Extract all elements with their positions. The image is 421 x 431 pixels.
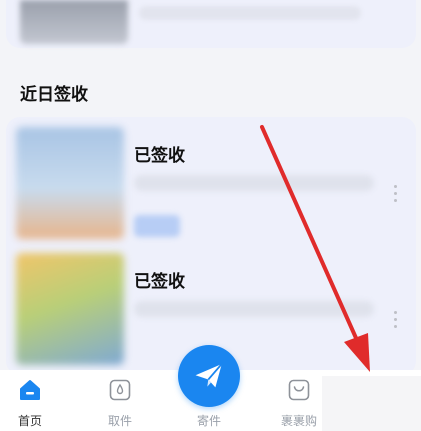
tab-label: 首页 — [17, 414, 42, 428]
previous-package-card[interactable] — [6, 0, 416, 48]
recent-signed-list: 已签收 已签收 — [6, 117, 416, 375]
more-icon[interactable] — [392, 185, 398, 202]
cropped-area — [322, 376, 421, 431]
home-icon — [20, 380, 40, 400]
more-icon[interactable] — [392, 311, 398, 328]
list-item[interactable]: 已签收 — [6, 127, 416, 245]
section-title: 近日签收 — [20, 85, 88, 104]
package-info-blurred — [139, 6, 361, 20]
tab-label: 寄件 — [196, 414, 221, 428]
package-tag-blurred — [134, 215, 180, 237]
tab-pickup[interactable]: 取件 — [80, 370, 160, 431]
package-info-blurred — [134, 301, 374, 317]
tab-label: 取件 — [107, 414, 132, 428]
package-status: 已签收 — [134, 272, 185, 291]
shopping-bag-icon — [288, 379, 310, 401]
package-box-icon — [109, 379, 131, 401]
package-status: 已签收 — [134, 146, 185, 165]
package-info-blurred — [134, 175, 374, 191]
package-thumbnail — [20, 0, 128, 44]
package-thumbnail — [16, 253, 124, 365]
paper-plane-icon — [195, 363, 223, 388]
send-button[interactable] — [178, 345, 240, 407]
package-thumbnail — [16, 127, 124, 239]
tab-home[interactable]: 首页 — [0, 370, 70, 431]
